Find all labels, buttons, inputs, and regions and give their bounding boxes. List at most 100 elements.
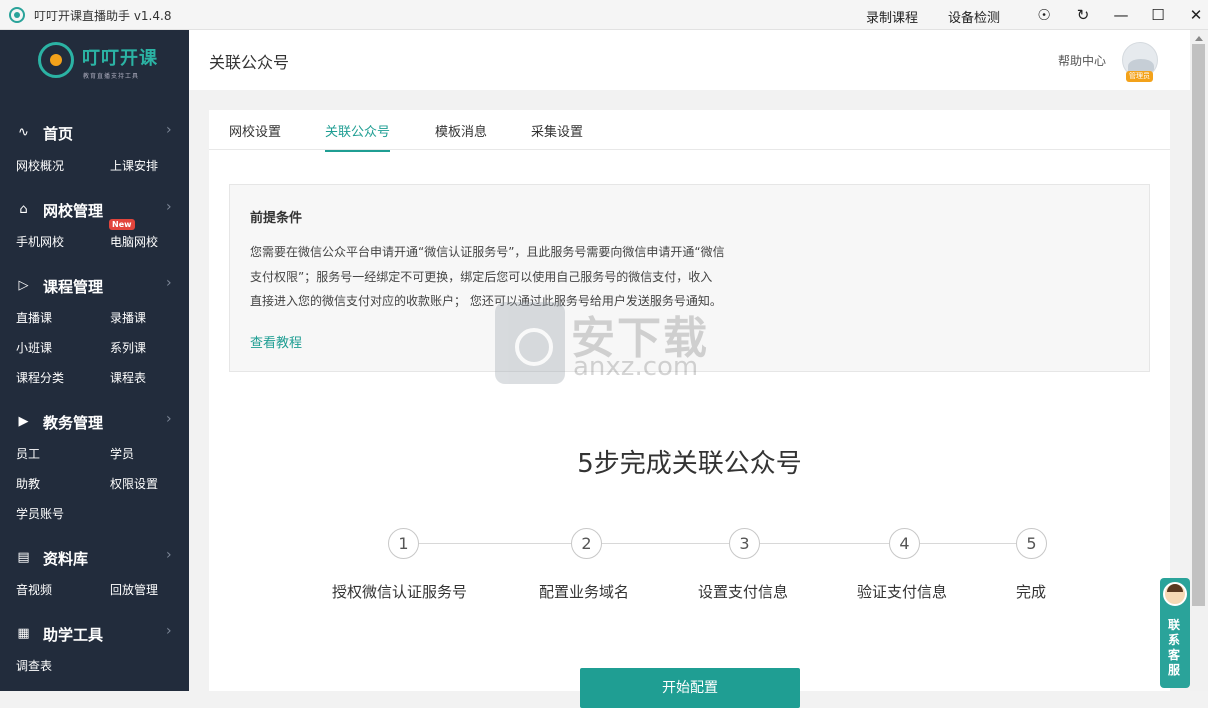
shield-icon bbox=[495, 302, 565, 384]
help-center-link[interactable]: 帮助中心 bbox=[1058, 52, 1106, 69]
watermark: 安下载 anxz.com bbox=[495, 300, 725, 390]
notice-text-line: 支付权限”；服务号一经绑定不可更换，绑定后您可以使用自己服务号的微信支付，收入 bbox=[250, 270, 713, 284]
notice-text-line: 您需要在微信公众平台申请开通“微信认证服务号”，且此服务号需要向微信申请开通“微… bbox=[250, 245, 725, 259]
sidebar-item-assistant[interactable]: 助教 bbox=[16, 475, 40, 492]
nav-head-academic[interactable]: ▶ 教务管理 › bbox=[0, 410, 189, 434]
nav-head-school[interactable]: ⌂ 网校管理 › bbox=[0, 198, 189, 222]
sidebar-item-mobile-school[interactable]: 手机网校 bbox=[16, 233, 64, 250]
step-number: 1 bbox=[388, 528, 419, 559]
nav-label: 助学工具 bbox=[43, 626, 104, 644]
nav-group-library: ▤ 资料库 › 音视频 回放管理 bbox=[0, 546, 189, 597]
brand-name: 叮叮开课 bbox=[82, 48, 158, 69]
contact-service-button[interactable]: 联系客服 bbox=[1160, 578, 1190, 688]
brand-slogan: 教育直播支持工具 bbox=[83, 73, 140, 80]
chevron-right-icon: › bbox=[166, 199, 172, 215]
minimize-icon[interactable]: — bbox=[1111, 5, 1131, 25]
main-header: 关联公众号 帮助中心 管理员 bbox=[189, 30, 1190, 90]
chevron-right-icon: › bbox=[166, 623, 172, 639]
video-icon: ▷ bbox=[18, 278, 29, 293]
sidebar-item-survey[interactable]: 调查表 bbox=[16, 657, 52, 674]
tab-official-account[interactable]: 关联公众号 bbox=[325, 121, 391, 152]
sidebar-item-course-category[interactable]: 课程分类 bbox=[16, 369, 64, 386]
service-agent-avatar bbox=[1163, 582, 1187, 606]
chevron-right-icon: › bbox=[166, 411, 172, 427]
sidebar-item-school-overview[interactable]: 网校概况 bbox=[16, 157, 64, 174]
step-connector bbox=[602, 543, 729, 544]
tab-bar: 网校设置 关联公众号 模板消息 采集设置 bbox=[209, 110, 1170, 152]
sidebar-item-small-class[interactable]: 小班课 bbox=[16, 339, 52, 356]
view-tutorial-link[interactable]: 查看教程 bbox=[250, 332, 302, 351]
sidebar-item-students[interactable]: 学员 bbox=[110, 445, 134, 462]
step-connector bbox=[419, 543, 571, 544]
store-icon: ⌂ bbox=[19, 202, 28, 217]
sidebar-item-staff[interactable]: 员工 bbox=[16, 445, 40, 462]
nav-head-home[interactable]: ∿ 首页 › bbox=[0, 121, 189, 145]
scrollbar-thumb[interactable] bbox=[1192, 44, 1205, 606]
chart-icon: ∿ bbox=[18, 125, 29, 140]
admin-badge: 管理员 bbox=[1126, 71, 1153, 82]
page-title: 关联公众号 bbox=[209, 53, 290, 72]
chevron-right-icon: › bbox=[166, 547, 172, 563]
tab-template-message[interactable]: 模板消息 bbox=[435, 121, 487, 150]
record-course-button[interactable]: 录制课程 bbox=[866, 7, 918, 26]
nav-head-tools[interactable]: ▦ 助学工具 › bbox=[0, 622, 189, 646]
nav-group-home: ∿ 首页 › 网校概况 上课安排 bbox=[0, 121, 189, 173]
step-label: 授权微信认证服务号 bbox=[332, 583, 468, 601]
nav-label: 课程管理 bbox=[43, 278, 104, 296]
sidebar-item-recorded-course[interactable]: 录播课 bbox=[110, 309, 146, 326]
sidebar-item-live-course[interactable]: 直播课 bbox=[16, 309, 52, 326]
library-icon: ▤ bbox=[17, 550, 30, 565]
nav-group-course: ▷ 课程管理 › 直播课 录播课 小班课 系列课 课程分类 课程表 bbox=[0, 274, 189, 385]
content-card: 网校设置 关联公众号 模板消息 采集设置 前提条件 您需要在微信公众平台申请开通… bbox=[209, 110, 1170, 708]
title-bar: 叮叮开课直播助手 v1.4.8 录制课程 设备检测 ☉ ↻ — ☐ ✕ bbox=[0, 0, 1208, 30]
watermark-domain: anxz.com bbox=[573, 352, 699, 382]
sidebar-item-class-schedule[interactable]: 上课安排 bbox=[110, 157, 158, 174]
new-badge: New bbox=[109, 219, 135, 230]
play-icon: ▶ bbox=[18, 414, 29, 429]
step-label: 设置支付信息 bbox=[698, 583, 789, 601]
step-connector bbox=[760, 543, 889, 544]
sidebar-item-permissions[interactable]: 权限设置 bbox=[110, 475, 158, 492]
step-number: 2 bbox=[571, 528, 602, 559]
chevron-right-icon: › bbox=[166, 122, 172, 138]
step-number: 5 bbox=[1016, 528, 1047, 559]
app-logo-icon bbox=[9, 7, 25, 23]
nav-head-course[interactable]: ▷ 课程管理 › bbox=[0, 274, 189, 298]
step-label: 完成 bbox=[1016, 583, 1047, 601]
step-connector bbox=[920, 543, 1016, 544]
app-title: 叮叮开课直播助手 v1.4.8 bbox=[34, 9, 172, 23]
tools-icon: ▦ bbox=[17, 626, 30, 641]
compass-icon[interactable]: ☉ bbox=[1034, 5, 1054, 25]
nav-group-school: ⌂ 网校管理 › New 手机网校 电脑网校 bbox=[0, 198, 189, 249]
nav-label: 资料库 bbox=[43, 550, 89, 568]
sidebar-item-playback[interactable]: 回放管理 bbox=[110, 581, 158, 598]
step-number: 4 bbox=[889, 528, 920, 559]
nav-label: 教务管理 bbox=[43, 414, 104, 432]
scroll-up-icon[interactable] bbox=[1195, 36, 1203, 41]
nav-label: 首页 bbox=[43, 125, 74, 143]
notice-title: 前提条件 bbox=[250, 211, 303, 226]
tab-school-settings[interactable]: 网校设置 bbox=[229, 121, 281, 150]
sidebar-item-pc-school[interactable]: 电脑网校 bbox=[110, 233, 158, 250]
contact-service-label: 联系客服 bbox=[1168, 618, 1181, 677]
nav-label: 网校管理 bbox=[43, 202, 104, 220]
sidebar-item-student-accounts[interactable]: 学员账号 bbox=[16, 505, 64, 522]
refresh-icon[interactable]: ↻ bbox=[1073, 5, 1093, 25]
steps-title: 5步完成关联公众号 bbox=[577, 449, 802, 479]
sidebar-item-timetable[interactable]: 课程表 bbox=[110, 369, 146, 386]
logo-mark-icon bbox=[38, 42, 74, 78]
device-check-button[interactable]: 设备检测 bbox=[948, 7, 1000, 26]
close-icon[interactable]: ✕ bbox=[1186, 5, 1206, 25]
sidebar-item-media[interactable]: 音视频 bbox=[16, 581, 52, 598]
nav-head-library[interactable]: ▤ 资料库 › bbox=[0, 546, 189, 570]
scrollbar[interactable] bbox=[1190, 30, 1208, 691]
step-label: 验证支付信息 bbox=[857, 583, 948, 601]
nav-group-tools: ▦ 助学工具 › 调查表 bbox=[0, 622, 189, 673]
sidebar-item-series-course[interactable]: 系列课 bbox=[110, 339, 146, 356]
brand-logo: 叮叮开课 教育直播支持工具 bbox=[38, 40, 158, 86]
tab-collection-settings[interactable]: 采集设置 bbox=[531, 121, 583, 150]
maximize-icon[interactable]: ☐ bbox=[1148, 5, 1168, 25]
step-label: 配置业务域名 bbox=[539, 583, 630, 601]
step-number: 3 bbox=[729, 528, 760, 559]
start-config-button[interactable]: 开始配置 bbox=[580, 668, 800, 708]
